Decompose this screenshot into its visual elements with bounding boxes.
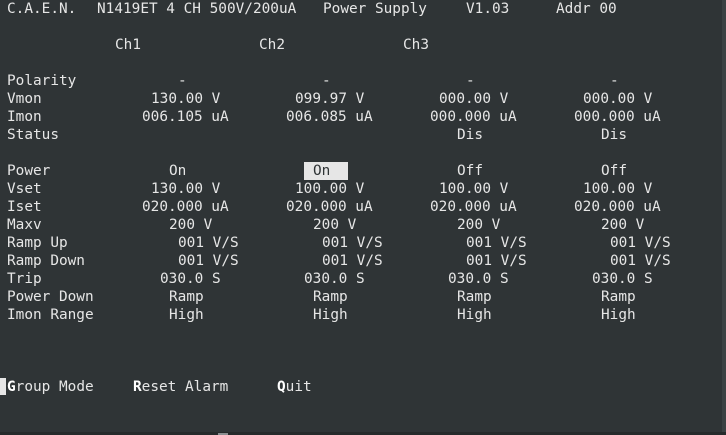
- power-down-ch3[interactable]: Ramp: [457, 288, 492, 306]
- row-label-imon-range: Imon Range: [7, 307, 94, 323]
- header-address: Addr 00: [556, 1, 617, 17]
- vmon-ch1: 130.00 V: [151, 91, 221, 107]
- group-mode-menu-item[interactable]: Group Mode: [7, 378, 94, 396]
- polarity-ch1: -: [178, 73, 187, 89]
- vmon-ch2: 099.97 V: [295, 91, 365, 107]
- ramp-down-ch2[interactable]: 001 V/S: [322, 252, 383, 270]
- power-down-ch4[interactable]: Ramp: [601, 288, 636, 306]
- row-label-maxv: Maxv: [7, 217, 42, 233]
- vset-ch1[interactable]: 130.00 V: [151, 180, 220, 198]
- imon-range-ch2[interactable]: High: [313, 306, 348, 324]
- ramp-down-ch1[interactable]: 001 V/S: [178, 252, 239, 270]
- power-ch3[interactable]: Off: [457, 162, 483, 180]
- power-ch1[interactable]: On: [169, 162, 186, 180]
- polarity-ch4: -: [610, 73, 619, 89]
- ramp-down-ch3[interactable]: 001 V/S: [466, 252, 527, 270]
- power-ch4[interactable]: Off: [601, 162, 627, 180]
- power-down-ch2[interactable]: Ramp: [313, 288, 348, 306]
- ramp-up-ch3[interactable]: 001 V/S: [466, 234, 527, 252]
- row-label-polarity: Polarity: [7, 73, 77, 89]
- header-version: V1.03: [466, 1, 510, 17]
- power-ch2-selected[interactable]: On: [304, 162, 348, 180]
- row-label-iset: Iset: [7, 199, 42, 215]
- imon-ch3: 000.000 uA: [430, 109, 517, 125]
- iset-ch3[interactable]: 020.000 uA: [430, 198, 517, 216]
- trip-ch4[interactable]: 030.0 S: [592, 270, 653, 288]
- imon-ch1: 006.105 uA: [142, 109, 229, 125]
- maxv-ch1[interactable]: 200 V: [169, 216, 212, 234]
- iset-ch1[interactable]: 020.000 uA: [142, 198, 229, 216]
- header-model: N1419ET 4 CH 500V/200uA: [97, 1, 297, 17]
- row-label-power: Power: [7, 163, 51, 179]
- row-label-status: Status: [7, 127, 59, 143]
- reset-alarm-label: eset Alarm: [141, 379, 229, 395]
- maxv-ch4[interactable]: 200 V: [601, 216, 644, 234]
- group-mode-hotkey: G: [7, 379, 16, 395]
- reset-alarm-hotkey: R: [133, 379, 142, 395]
- vmon-ch3: 000.00 V: [439, 91, 509, 107]
- status-ch3: Dis: [457, 127, 483, 143]
- row-label-imon: Imon: [7, 109, 42, 125]
- polarity-ch3: -: [466, 73, 475, 89]
- vset-ch3[interactable]: 100.00 V: [439, 180, 508, 198]
- ramp-up-ch2[interactable]: 001 V/S: [322, 234, 383, 252]
- imon-range-ch1[interactable]: High: [169, 306, 204, 324]
- vmon-ch4: 000.00 V: [583, 91, 653, 107]
- row-label-ramp-down: Ramp Down: [7, 253, 85, 269]
- ramp-up-ch4[interactable]: 001 V/S: [610, 234, 671, 252]
- column-header-ch1: Ch1: [115, 37, 141, 53]
- imon-range-ch3[interactable]: High: [457, 306, 492, 324]
- row-label-trip: Trip: [7, 271, 42, 287]
- vset-ch2[interactable]: 100.00 V: [295, 180, 364, 198]
- maxv-ch2[interactable]: 200 V: [313, 216, 356, 234]
- iset-ch4[interactable]: 020.000 uA: [574, 198, 661, 216]
- polarity-ch2: -: [322, 73, 331, 89]
- power-down-ch1[interactable]: Ramp: [169, 288, 204, 306]
- row-label-ramp-up: Ramp Up: [7, 235, 68, 251]
- trip-ch1[interactable]: 030.0 S: [160, 270, 221, 288]
- header-vendor: C.A.E.N.: [7, 1, 77, 17]
- quit-hotkey: Q: [277, 379, 286, 395]
- vset-ch4[interactable]: 100.00 V: [583, 180, 652, 198]
- iset-ch2[interactable]: 020.000 uA: [286, 198, 373, 216]
- trip-ch2[interactable]: 030.0 S: [304, 270, 365, 288]
- row-label-power-down: Power Down: [7, 289, 94, 305]
- quit-label: uit: [285, 379, 312, 395]
- ramp-up-ch1[interactable]: 001 V/S: [178, 234, 239, 252]
- imon-ch4: 000.000 uA: [574, 109, 661, 125]
- imon-range-ch4[interactable]: High: [601, 306, 636, 324]
- trip-ch3[interactable]: 030.0 S: [448, 270, 509, 288]
- column-header-ch3: Ch3: [403, 37, 429, 53]
- group-mode-label: roup Mode: [15, 379, 94, 395]
- status-ch4: Dis: [601, 127, 627, 143]
- scrollbar[interactable]: [722, 0, 726, 435]
- ramp-down-ch4[interactable]: 001 V/S: [610, 252, 671, 270]
- maxv-ch3[interactable]: 200 V: [457, 216, 500, 234]
- row-label-vmon: Vmon: [7, 91, 42, 107]
- header-title: Power Supply: [323, 1, 427, 17]
- terminal-cursor: [0, 378, 6, 395]
- quit-menu-item[interactable]: Quit: [277, 378, 312, 396]
- imon-ch2: 006.085 uA: [286, 109, 373, 125]
- reset-alarm-menu-item[interactable]: Reset Alarm: [133, 378, 228, 396]
- column-header-ch2: Ch2: [259, 37, 285, 53]
- row-label-vset: Vset: [7, 181, 42, 197]
